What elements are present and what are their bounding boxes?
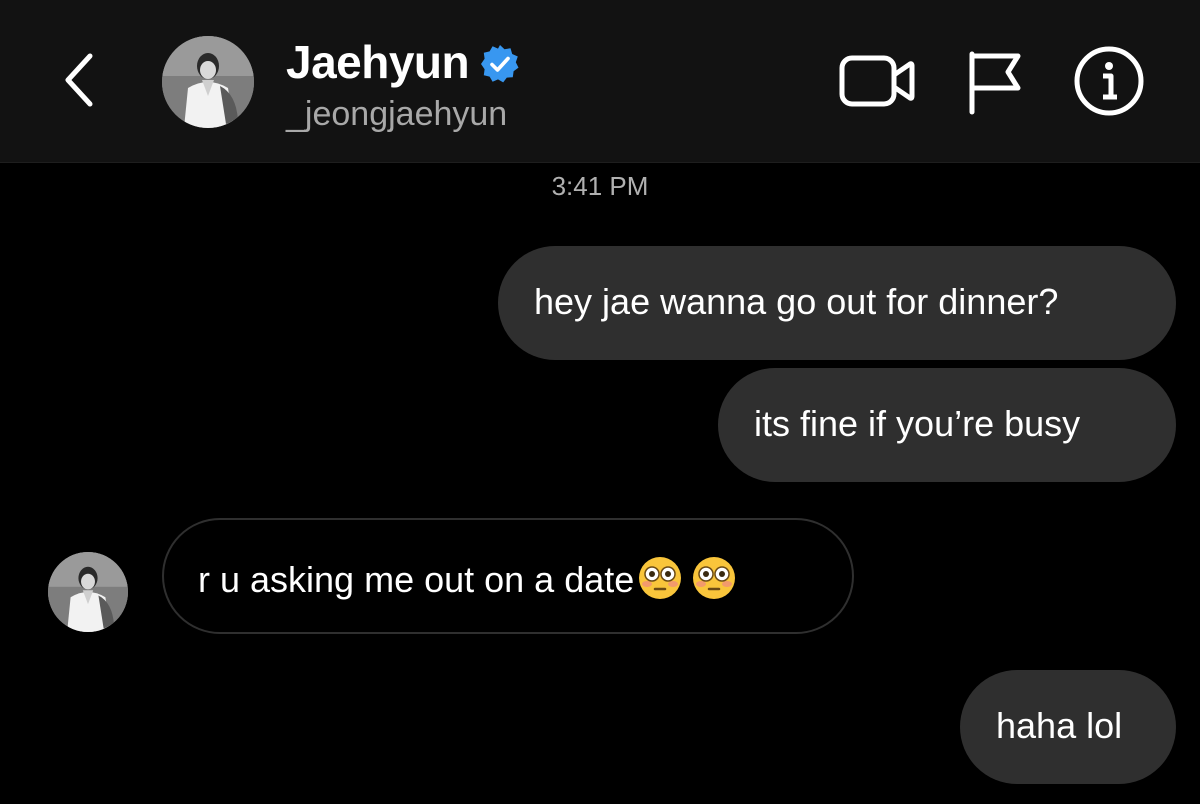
sent-message[interactable]: hey jae wanna go out for dinner?	[498, 246, 1176, 360]
emoji-group	[638, 556, 746, 608]
avatar-photo	[162, 36, 254, 128]
contact-name[interactable]: Jaehyun	[286, 34, 470, 90]
flushed-face-emoji	[639, 557, 682, 599]
sent-message[interactable]: haha lol	[960, 670, 1176, 784]
sender-avatar[interactable]	[48, 552, 128, 632]
message-text: haha lol	[996, 705, 1123, 746]
back-button[interactable]	[56, 48, 106, 112]
received-message[interactable]: r u asking me out on a date	[162, 518, 854, 634]
video-camera-icon	[839, 55, 915, 107]
message-text: its fine if you’re busy	[754, 403, 1081, 444]
info-icon	[1074, 46, 1144, 116]
contact-username: _jeongjaehyun	[286, 95, 508, 133]
flag-icon	[969, 51, 1021, 115]
flushed-face-emoji	[693, 557, 736, 599]
info-button[interactable]	[1072, 44, 1146, 118]
report-button[interactable]	[962, 46, 1026, 116]
sent-message[interactable]: its fine if you’re busy	[718, 368, 1176, 482]
message-text: hey jae wanna go out for dinner?	[534, 281, 1059, 322]
video-call-button[interactable]	[838, 46, 916, 116]
avatar-photo	[48, 552, 128, 632]
message-timestamp: 3:41 PM	[551, 171, 649, 201]
contact-avatar[interactable]	[162, 36, 254, 128]
message-text: r u asking me out on a date	[198, 559, 635, 600]
chat-header: Jaehyun _jeongjaehyun	[0, 0, 1200, 163]
chevron-left-icon	[65, 53, 93, 107]
verified-badge-icon	[481, 45, 519, 83]
